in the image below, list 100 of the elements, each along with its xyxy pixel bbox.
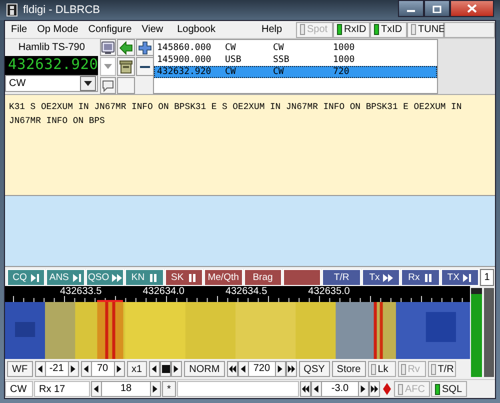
- table-cell: 1000: [333, 54, 355, 66]
- macro-button[interactable]: QSO: [86, 269, 124, 286]
- table-cell-text: 432632.920: [157, 66, 212, 78]
- toggle-button[interactable]: T/R: [428, 361, 456, 378]
- arrow-button[interactable]: [80, 361, 92, 378]
- double-arrow-left-icon: [228, 365, 237, 374]
- arrow-left-icon: [36, 365, 45, 374]
- fast-forward-icon: [382, 272, 393, 282]
- mode-dropdown[interactable]: CW: [5, 75, 98, 92]
- macro-set-button[interactable]: 1: [480, 269, 494, 286]
- control-button[interactable]: x1: [126, 361, 148, 378]
- pause-icon: [186, 272, 197, 282]
- toolbar-button[interactable]: [100, 39, 116, 56]
- macro-button[interactable]: T/R: [322, 269, 361, 286]
- value-field[interactable]: 720: [248, 361, 275, 378]
- toolbar-button[interactable]: [136, 57, 154, 76]
- toggle-button[interactable]: RxID: [333, 22, 370, 38]
- control-button[interactable]: WF: [7, 361, 33, 378]
- toggle-button[interactable]: TUNE: [407, 22, 444, 38]
- arrow-button[interactable]: [34, 361, 46, 378]
- minimize-button[interactable]: [398, 0, 424, 17]
- stop-button[interactable]: [160, 361, 172, 378]
- macro-button[interactable]: CQ: [7, 269, 46, 286]
- table-cell-text: CW: [273, 66, 285, 78]
- arrow-button[interactable]: [150, 381, 161, 397]
- macro-button[interactable]: Rx: [401, 269, 440, 286]
- monitor-icon: [101, 40, 116, 54]
- plus-icon: [138, 40, 152, 54]
- arrow-button[interactable]: [68, 361, 79, 378]
- menu-item[interactable]: Help: [262, 24, 282, 35]
- arrow-button[interactable]: [149, 361, 160, 378]
- menu-item[interactable]: Configure: [88, 24, 132, 35]
- arrow-button[interactable]: [114, 361, 125, 378]
- macro-button[interactable]: Tx: [362, 269, 400, 286]
- arrow-button[interactable]: [91, 381, 102, 397]
- menu-item[interactable]: Logbook: [177, 24, 216, 35]
- double-arrow-right-icon: [286, 365, 296, 374]
- table-cell-text: CW: [225, 66, 237, 78]
- star-button[interactable]: *: [162, 381, 176, 397]
- scale-label: 432635.0: [308, 286, 350, 297]
- table-cell-text: CW: [225, 42, 237, 54]
- toolbar-button[interactable]: [117, 57, 136, 76]
- table-cell-text: USB: [225, 54, 242, 66]
- arrow-button[interactable]: [226, 361, 238, 378]
- arrow-left-icon: [238, 365, 248, 374]
- arrow-button[interactable]: [274, 361, 286, 378]
- control-button[interactable]: QSY: [298, 361, 330, 378]
- toggle-button[interactable]: TxID: [370, 22, 407, 38]
- arrow-button[interactable]: [311, 381, 322, 397]
- arrow-button[interactable]: [358, 381, 369, 397]
- macro-button[interactable]: [282, 269, 322, 286]
- value-field[interactable]: -21: [46, 361, 68, 378]
- menu-item[interactable]: File: [11, 24, 28, 35]
- arrow-right-icon: [114, 365, 124, 374]
- toolbar-button[interactable]: [136, 39, 154, 56]
- macro-button[interactable]: KN: [125, 269, 164, 286]
- menu-item[interactable]: Op Mode: [37, 24, 78, 35]
- arrow-left-icon: [312, 385, 321, 393]
- mode-label: CW: [5, 381, 33, 397]
- toolbar-button[interactable]: [117, 39, 136, 56]
- maximize-button[interactable]: [424, 0, 450, 17]
- toggle-button[interactable]: Lk: [368, 361, 396, 378]
- skip-end-icon: [30, 272, 40, 282]
- macro-button[interactable]: ANS: [46, 269, 85, 286]
- macro-button[interactable]: Me/Qth: [204, 269, 243, 286]
- scale-label: 432634.5: [225, 286, 268, 297]
- maximize-icon: [432, 4, 442, 12]
- value-field[interactable]: 70: [92, 361, 114, 378]
- frequency-display[interactable]: 432632.920: [5, 56, 98, 75]
- close-button[interactable]: [450, 0, 494, 17]
- value-field[interactable]: -3.0: [322, 381, 358, 397]
- list-row[interactable]: 432632.920 CW CW 720: [154, 66, 437, 78]
- arrow-button[interactable]: [238, 361, 249, 378]
- skip-end-icon: [72, 272, 82, 282]
- control-button[interactable]: Store: [332, 361, 366, 378]
- speech-bubble-icon: [101, 78, 116, 92]
- arrow-button[interactable]: [286, 361, 297, 378]
- arrow-button[interactable]: [171, 361, 182, 378]
- macro-button[interactable]: SK: [164, 269, 204, 286]
- received-text: JN67MR INFO ON BPS: [9, 115, 106, 128]
- pause-icon: [148, 272, 158, 282]
- menu-item[interactable]: View: [142, 24, 164, 35]
- list-row[interactable]: 145900.000 USB SSB 1000: [154, 54, 437, 66]
- macro-button[interactable]: TX: [440, 269, 480, 286]
- arrow-button[interactable]: [369, 381, 380, 397]
- table-cell: 720: [333, 66, 350, 78]
- value-field[interactable]: 18: [102, 381, 150, 397]
- toolbar-button[interactable]: [100, 77, 116, 94]
- app-icon: [6, 3, 18, 17]
- scroll-bar[interactable]: [484, 288, 494, 377]
- macro-button[interactable]: Brag: [244, 269, 282, 286]
- toggle-button[interactable]: SQL: [431, 381, 467, 397]
- fast-forward-icon: [112, 272, 122, 282]
- pause-icon: [422, 272, 433, 282]
- arrow-button[interactable]: [300, 381, 311, 397]
- control-button[interactable]: NORM: [184, 361, 225, 378]
- caret-icon: [104, 64, 112, 69]
- list-row[interactable]: 145860.000 CW CW 1000: [154, 42, 437, 54]
- scale-label: 432633.5: [60, 286, 102, 297]
- table-cell-text: SSB: [273, 54, 290, 66]
